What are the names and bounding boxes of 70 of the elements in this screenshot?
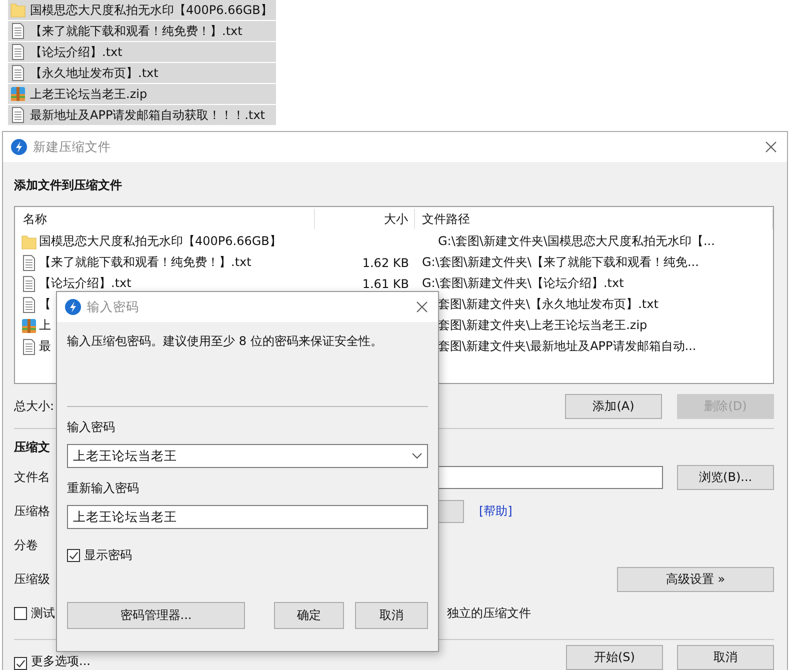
close-icon[interactable] (765, 141, 777, 153)
field-label: 文件名 (14, 470, 50, 484)
start-button[interactable]: 开始(S) (566, 645, 663, 670)
file-path: 套图\新建文件夹\【永久地址发布页】.txt (438, 297, 658, 311)
document-icon (10, 23, 26, 39)
column-header[interactable]: 名称 (15, 209, 315, 229)
file-path: G:\套图\新建文件夹\【论坛介绍】.txt (422, 276, 624, 290)
ok-button[interactable]: 确定 (274, 602, 344, 629)
browse-button[interactable]: 浏览(B)... (677, 464, 774, 490)
list-button[interactable]: 添加(A) (565, 394, 662, 419)
field-label: 压缩格 (14, 504, 50, 518)
field-label: 压缩级 (14, 572, 50, 586)
checkbox-label: 测试 (31, 604, 55, 622)
option-text: 独立的压缩文件 (447, 604, 531, 622)
file-item[interactable]: 【论坛介绍】.txt (8, 42, 276, 62)
file-path: 套图\新建文件夹\最新地址及APP请发邮箱自动... (438, 339, 696, 353)
checkbox-label: 显示密码 (84, 547, 132, 564)
file-size: 1.62 KB (362, 256, 409, 270)
document-icon (10, 44, 26, 60)
password-field[interactable]: 上老王论坛当老王 (67, 505, 428, 529)
file-item[interactable]: 国模思恋大尺度私拍无水印【400P6.66GB】 (8, 0, 276, 20)
file-name: 【 (39, 296, 51, 313)
file-item[interactable]: 【永久地址发布页】.txt (8, 63, 276, 83)
file-name: 【论坛介绍】.txt (39, 275, 132, 292)
file-name: 最 (39, 338, 51, 355)
cancel-button[interactable]: 取消 (355, 602, 428, 629)
archive-icon (21, 318, 37, 334)
document-icon (21, 338, 37, 354)
field-label: 分卷 (14, 538, 38, 552)
checkbox[interactable] (67, 549, 80, 562)
checkbox[interactable] (14, 657, 27, 670)
help-link[interactable]: [帮助] (479, 502, 512, 520)
folder-icon (10, 2, 26, 18)
checkbox-label: 更多选项... (31, 653, 90, 670)
document-icon (21, 296, 37, 312)
password-manager-button[interactable]: 密码管理器... (67, 602, 245, 629)
document-icon (10, 65, 26, 81)
password-combo[interactable]: 上老王论坛当老王 (67, 444, 428, 468)
file-item[interactable]: 最新地址及APP请发邮箱自动获取！！！.txt (8, 105, 276, 125)
file-path: G:\套图\新建文件夹\国模思恋大尺度私拍无水印【... (438, 234, 715, 248)
chevron-down-icon (412, 453, 422, 459)
field-label: 重新输入密码 (67, 480, 140, 497)
column-header[interactable]: 文件路径 (415, 209, 773, 229)
file-item[interactable]: 上老王论坛当老王.zip (8, 84, 276, 104)
file-name: 国模思恋大尺度私拍无水印【400P6.66GB】 (39, 233, 282, 250)
advanced-settings-button[interactable]: 高级设置 » (617, 566, 774, 592)
document-icon (10, 107, 26, 123)
document-icon (21, 254, 37, 270)
total-size-label: 总大小: (14, 398, 54, 415)
close-icon[interactable] (416, 301, 428, 313)
section-heading: 添加文件到压缩文件 (14, 177, 123, 194)
dialog-title: 输入密码 (87, 298, 140, 316)
section-heading: 压缩文 (14, 440, 50, 454)
file-item[interactable]: 【来了就能下载和观看！纯免费！】.txt (8, 21, 276, 41)
cancel-button[interactable]: 取消 (677, 645, 774, 670)
file-name: 上 (39, 317, 51, 334)
window-title: 新建压缩文件 (33, 138, 112, 156)
archive-icon (10, 86, 26, 102)
folder-icon (21, 234, 37, 250)
document-icon (21, 276, 37, 292)
app-icon (65, 299, 81, 315)
file-name: 【来了就能下载和观看！纯免费！】.txt (39, 254, 252, 271)
field-label: 输入密码 (67, 419, 116, 436)
file-path: 套图\新建文件夹\上老王论坛当老王.zip (438, 318, 648, 332)
app-icon (11, 139, 27, 155)
file-size: 1.61 KB (362, 276, 409, 290)
description-text: 输入压缩包密码。建议使用至少 8 位的密码来保证安全性。 (67, 333, 384, 350)
file-path: G:\套图\新建文件夹\【来了就能下载和观看！纯免... (422, 255, 699, 269)
column-header[interactable]: 大小 (315, 209, 415, 229)
checkbox[interactable] (14, 606, 27, 620)
